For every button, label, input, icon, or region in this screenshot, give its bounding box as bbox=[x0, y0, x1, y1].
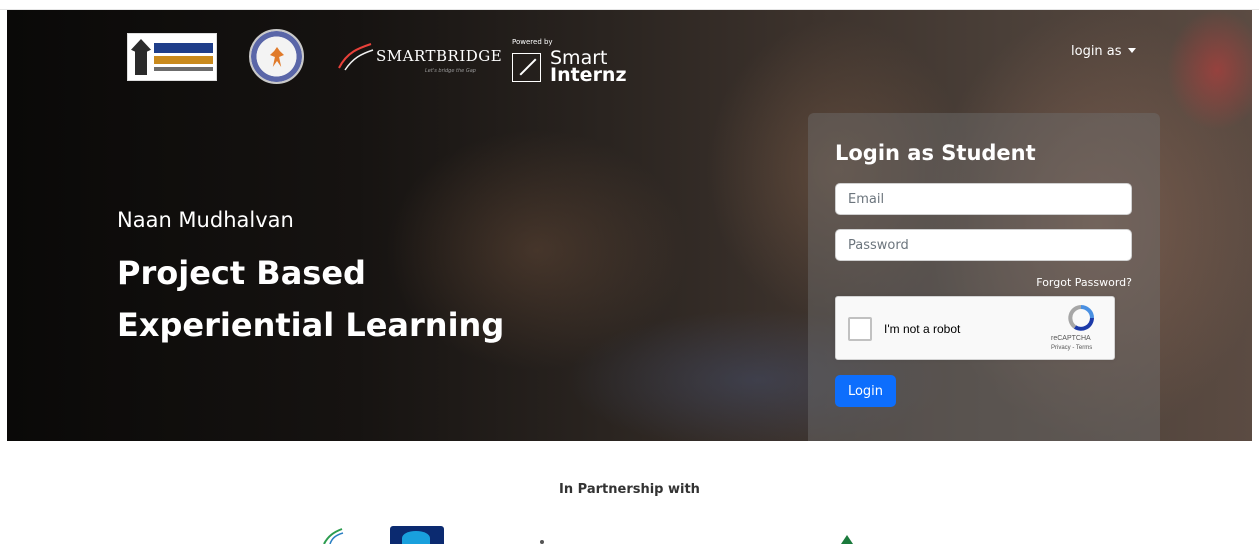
powered-by-label: Powered by bbox=[512, 38, 553, 46]
email-input[interactable] bbox=[835, 183, 1132, 215]
hero-title-line-2: Experiential Learning bbox=[117, 306, 505, 344]
captcha-brand: reCAPTCHA bbox=[1051, 335, 1091, 342]
captcha-links[interactable]: Privacy - Terms bbox=[1051, 345, 1092, 351]
skill-development-emblem bbox=[249, 29, 304, 84]
logo-text-lines bbox=[154, 43, 213, 71]
partner-logo-swoosh-icon bbox=[323, 528, 344, 544]
caret-down-icon bbox=[1127, 48, 1136, 53]
recaptcha-icon bbox=[1068, 305, 1094, 331]
login-card-title: Login as Student bbox=[835, 141, 1036, 165]
brand-line-2: Internz bbox=[550, 64, 627, 86]
partner-logo-dot-icon bbox=[540, 540, 544, 544]
hero-title: Project Based Experiential Learning bbox=[117, 247, 504, 351]
login-as-label: login as bbox=[1071, 44, 1122, 59]
smartbridge-tagline: Let's bridge the Gap bbox=[425, 68, 476, 74]
smartinternz-logo-icon bbox=[512, 53, 541, 82]
naan-mudhalvan-logo bbox=[127, 33, 217, 81]
salesforce-logo-icon bbox=[390, 526, 444, 544]
smartbridge-swoosh-icon bbox=[338, 43, 374, 71]
smartbridge-logo-text: SMARTBRIDGE bbox=[376, 47, 503, 65]
forgot-password-link[interactable]: Forgot Password? bbox=[1036, 276, 1132, 289]
captcha-label: I'm not a robot bbox=[884, 322, 961, 336]
partnership-heading: In Partnership with bbox=[559, 482, 700, 497]
emblem-figure-icon bbox=[270, 47, 284, 67]
recaptcha-widget: I'm not a robot reCAPTCHA Privacy - Term… bbox=[835, 296, 1115, 360]
smartinternz-logo-text: Smart Internz bbox=[550, 49, 627, 86]
partner-logo-leaf-icon bbox=[841, 535, 853, 544]
graduation-cap-icon bbox=[131, 39, 151, 75]
password-input[interactable] bbox=[835, 229, 1132, 261]
captcha-checkbox[interactable] bbox=[848, 317, 872, 341]
login-as-dropdown[interactable]: login as bbox=[1071, 44, 1136, 59]
hero-title-line-1: Project Based bbox=[117, 254, 366, 292]
login-card: Login as Student Forgot Password? I'm no… bbox=[808, 113, 1160, 441]
login-button[interactable]: Login bbox=[835, 375, 896, 407]
hero-subtitle: Naan Mudhalvan bbox=[117, 208, 294, 232]
